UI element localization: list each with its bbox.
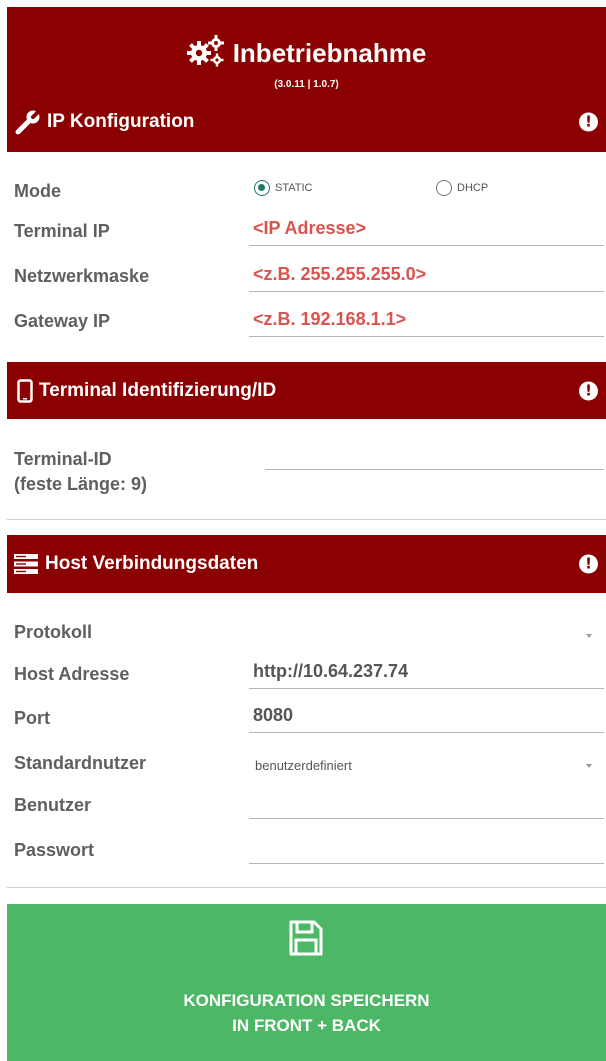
password-label: Passwort: [14, 840, 95, 860]
floppy-disk-icon: [289, 920, 323, 956]
terminal-id-label-line2: (feste Länge: 9): [14, 474, 148, 494]
app-header: Inbetriebnahme (3.0.11 | 1.0.7): [7, 7, 606, 92]
save-button-line1: KONFIGURATION SPEICHERN: [183, 991, 430, 1010]
host-label: Host Adresse: [14, 664, 130, 684]
terminal-id-label-line1: Terminal-ID: [14, 449, 112, 469]
netmask-placeholder: <z.B. 255.255.255.0>: [253, 264, 427, 284]
radio-dhcp-circle[interactable]: [436, 180, 452, 196]
section-ip-title: IP Konfiguration: [47, 111, 195, 132]
chevron-down-icon: [586, 764, 592, 768]
chevron-down-icon: [586, 634, 592, 638]
port-input[interactable]: 8080: [249, 701, 604, 733]
wrench-icon: [15, 109, 41, 135]
radio-dhcp-label: DHCP: [457, 182, 489, 194]
protocol-label: Protokoll: [14, 622, 93, 642]
radio-dhcp[interactable]: DHCP: [436, 180, 488, 196]
radio-static-circle[interactable]: [254, 180, 270, 196]
warning-icon[interactable]: !: [579, 554, 598, 574]
divider: [7, 887, 606, 888]
gateway-placeholder: <z.B. 192.168.1.1>: [253, 309, 407, 329]
terminal-id-input[interactable]: [265, 438, 604, 470]
port-label: Port: [14, 708, 50, 728]
phone-icon: [17, 378, 33, 403]
section-ip-header[interactable]: IP Konfiguration !: [7, 92, 606, 152]
section-host-header[interactable]: Host Verbindungsdaten !: [7, 535, 606, 593]
gateway-input[interactable]: <z.B. 192.168.1.1>: [249, 305, 604, 337]
divider: [7, 519, 606, 520]
radio-static[interactable]: STATIC: [254, 180, 312, 196]
host-value: http://10.64.237.74: [253, 661, 409, 681]
save-config-button[interactable]: KONFIGURATION SPEICHERN IN FRONT + BACK: [7, 904, 606, 1061]
section-terminal-title: Terminal Identifizierung/ID: [39, 379, 277, 401]
page-title: Inbetriebnahme: [232, 38, 427, 68]
section-terminal-header[interactable]: Terminal Identifizierung/ID !: [7, 362, 606, 419]
netmask-input[interactable]: <z.B. 255.255.255.0>: [249, 260, 604, 292]
terminal-ip-placeholder: <IP Adresse>: [253, 218, 367, 238]
save-button-line2: IN FRONT + BACK: [232, 1016, 381, 1035]
gears-icon: [186, 35, 225, 72]
standard-user-select[interactable]: benutzerdefiniert: [249, 748, 604, 782]
server-icon: [13, 553, 39, 575]
protocol-select[interactable]: [249, 612, 604, 646]
version-label: (3.0.11 | 1.0.7): [274, 79, 339, 90]
terminal-ip-label: Terminal IP: [14, 221, 110, 241]
user-label: Benutzer: [14, 795, 92, 815]
gateway-label: Gateway IP: [14, 311, 111, 331]
section-host-title: Host Verbindungsdaten: [45, 553, 259, 574]
radio-static-label: STATIC: [275, 182, 313, 194]
netmask-label: Netzwerkmaske: [14, 266, 150, 286]
password-input[interactable]: [249, 832, 604, 864]
standard-user-value: benutzerdefiniert: [255, 758, 352, 773]
host-input[interactable]: http://10.64.237.74: [249, 657, 604, 689]
port-value: 8080: [253, 705, 294, 725]
terminal-ip-input[interactable]: <IP Adresse>: [249, 214, 604, 246]
terminal-id-label: Terminal-ID (feste Länge: 9): [14, 447, 147, 497]
standard-user-label: Standardnutzer: [14, 753, 147, 773]
warning-icon[interactable]: !: [579, 112, 598, 132]
user-input[interactable]: [249, 787, 604, 819]
warning-icon[interactable]: !: [579, 381, 598, 400]
mode-label: Mode: [14, 181, 61, 201]
